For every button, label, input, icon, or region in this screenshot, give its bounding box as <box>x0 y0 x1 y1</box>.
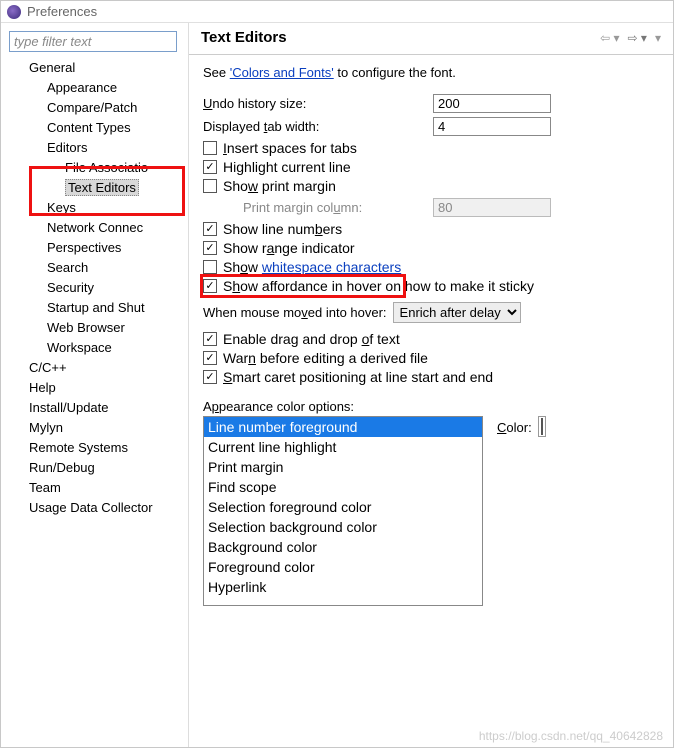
font-hint: See 'Colors and Fonts' to configure the … <box>203 65 659 80</box>
color-swatch-button[interactable] <box>538 416 546 437</box>
tree-item[interactable]: Security <box>9 278 184 298</box>
smart-caret-checkbox[interactable]: Smart caret positioning at line start an… <box>203 369 659 385</box>
insert-spaces-label: Insert spaces for tabs <box>223 140 357 156</box>
titlebar: Preferences <box>1 1 673 23</box>
color-swatch <box>541 418 543 435</box>
checkbox-icon <box>203 370 217 384</box>
menu-icon[interactable]: ▾ <box>653 31 663 45</box>
warn-derived-label: Warn before editing a derived file <box>223 350 428 366</box>
print-margin-col-input <box>433 198 551 217</box>
appearance-option[interactable]: Selection background color <box>204 517 482 537</box>
checkbox-icon <box>203 160 217 174</box>
tree-item[interactable]: Install/Update <box>9 398 184 418</box>
colors-and-fonts-link[interactable]: 'Colors and Fonts' <box>230 65 334 80</box>
checkbox-icon <box>203 222 217 236</box>
drag-drop-label: Enable drag and drop of text <box>223 331 400 347</box>
tree-item[interactable]: Appearance <box>9 78 184 98</box>
drag-drop-checkbox[interactable]: Enable drag and drop of text <box>203 331 659 347</box>
warn-derived-checkbox[interactable]: Warn before editing a derived file <box>203 350 659 366</box>
show-affordance-label: Show affordance in hover on how to make … <box>223 278 534 294</box>
app-icon <box>7 5 21 19</box>
tree-item[interactable]: Compare/Patch <box>9 98 184 118</box>
tree-item[interactable]: C/C++ <box>9 358 184 378</box>
print-margin-col-label: Print margin column: <box>203 200 433 215</box>
show-print-margin-checkbox[interactable]: Show print margin <box>203 178 659 194</box>
page-title: Text Editors <box>201 29 594 46</box>
tree-item[interactable]: Editors <box>9 138 184 158</box>
show-line-numbers-checkbox[interactable]: Show line numbers <box>203 221 659 237</box>
tree-item[interactable]: Help <box>9 378 184 398</box>
tab-width-label: Displayed tab width: <box>203 119 433 134</box>
tree-item[interactable]: Workspace <box>9 338 184 358</box>
tree-item[interactable]: Web Browser <box>9 318 184 338</box>
tree-item[interactable]: Mylyn <box>9 418 184 438</box>
appearance-option[interactable]: Find scope <box>204 477 482 497</box>
highlight-line-label: Highlight current line <box>223 159 351 175</box>
preference-tree[interactable]: GeneralAppearanceCompare/PatchContent Ty… <box>9 58 184 518</box>
show-range-checkbox[interactable]: Show range indicator <box>203 240 659 256</box>
appearance-option[interactable]: Line number foreground <box>204 417 482 437</box>
appearance-option[interactable]: Foreground color <box>204 557 482 577</box>
tree-item[interactable]: Network Connec <box>9 218 184 238</box>
watermark: https://blog.csdn.net/qq_40642828 <box>479 729 663 743</box>
tree-item[interactable]: Team <box>9 478 184 498</box>
tree-item[interactable]: Startup and Shut <box>9 298 184 318</box>
tab-width-input[interactable] <box>433 117 551 136</box>
tree-item[interactable]: File Associatio <box>9 158 184 178</box>
checkbox-icon <box>203 141 217 155</box>
forward-icon[interactable]: ⇨ ▾ <box>626 31 649 45</box>
tree-item[interactable]: General <box>9 58 184 78</box>
color-label: Color: <box>497 420 532 435</box>
tree-item[interactable]: Search <box>9 258 184 278</box>
whitespace-characters-link[interactable]: whitespace characters <box>262 259 401 275</box>
show-whitespace-label: Show whitespace characters <box>223 259 401 275</box>
tree-item[interactable]: Perspectives <box>9 238 184 258</box>
sidebar: type filter text GeneralAppearanceCompar… <box>1 23 189 747</box>
undo-history-input[interactable] <box>433 94 551 113</box>
appearance-option[interactable]: Selection foreground color <box>204 497 482 517</box>
smart-caret-label: Smart caret positioning at line start an… <box>223 369 493 385</box>
tree-item[interactable]: Keys <box>9 198 184 218</box>
hint-prefix: See <box>203 65 230 80</box>
page-header: Text Editors ⇦ ▾ ⇨ ▾ ▾ <box>189 23 673 55</box>
insert-spaces-checkbox[interactable]: Insert spaces for tabs <box>203 140 659 156</box>
show-line-numbers-label: Show line numbers <box>223 221 342 237</box>
appearance-options-list[interactable]: Line number foregroundCurrent line highl… <box>203 416 483 606</box>
appearance-option[interactable]: Print margin <box>204 457 482 477</box>
checkbox-icon <box>203 279 217 293</box>
appearance-option[interactable]: Current line highlight <box>204 437 482 457</box>
back-icon[interactable]: ⇦ ▾ <box>598 31 621 45</box>
show-affordance-checkbox[interactable]: Show affordance in hover on how to make … <box>203 278 659 294</box>
appearance-options-label: Appearance color options: <box>203 399 659 414</box>
hover-mode-label: When mouse moved into hover: <box>203 305 387 320</box>
checkbox-icon <box>203 260 217 274</box>
checkbox-icon <box>203 241 217 255</box>
show-whitespace-checkbox[interactable]: Show whitespace characters <box>203 259 659 275</box>
tree-item[interactable]: Run/Debug <box>9 458 184 478</box>
checkbox-icon <box>203 351 217 365</box>
checkbox-icon <box>203 179 217 193</box>
tree-item[interactable]: Remote Systems <box>9 438 184 458</box>
show-range-label: Show range indicator <box>223 240 355 256</box>
hover-mode-select[interactable]: Enrich after delay <box>393 302 521 323</box>
checkbox-icon <box>203 332 217 346</box>
main-panel: See 'Colors and Fonts' to configure the … <box>189 55 673 616</box>
appearance-option[interactable]: Hyperlink <box>204 577 482 597</box>
appearance-option[interactable]: Background color <box>204 537 482 557</box>
hint-suffix: to configure the font. <box>334 65 456 80</box>
tree-item[interactable]: Text Editors <box>9 178 184 198</box>
tree-item[interactable]: Usage Data Collector <box>9 498 184 518</box>
window-title: Preferences <box>27 4 97 19</box>
show-print-margin-label: Show print margin <box>223 178 336 194</box>
tree-item[interactable]: Content Types <box>9 118 184 138</box>
filter-input[interactable]: type filter text <box>9 31 177 52</box>
highlight-line-checkbox[interactable]: Highlight current line <box>203 159 659 175</box>
undo-history-label: Undo history size: <box>203 96 433 111</box>
